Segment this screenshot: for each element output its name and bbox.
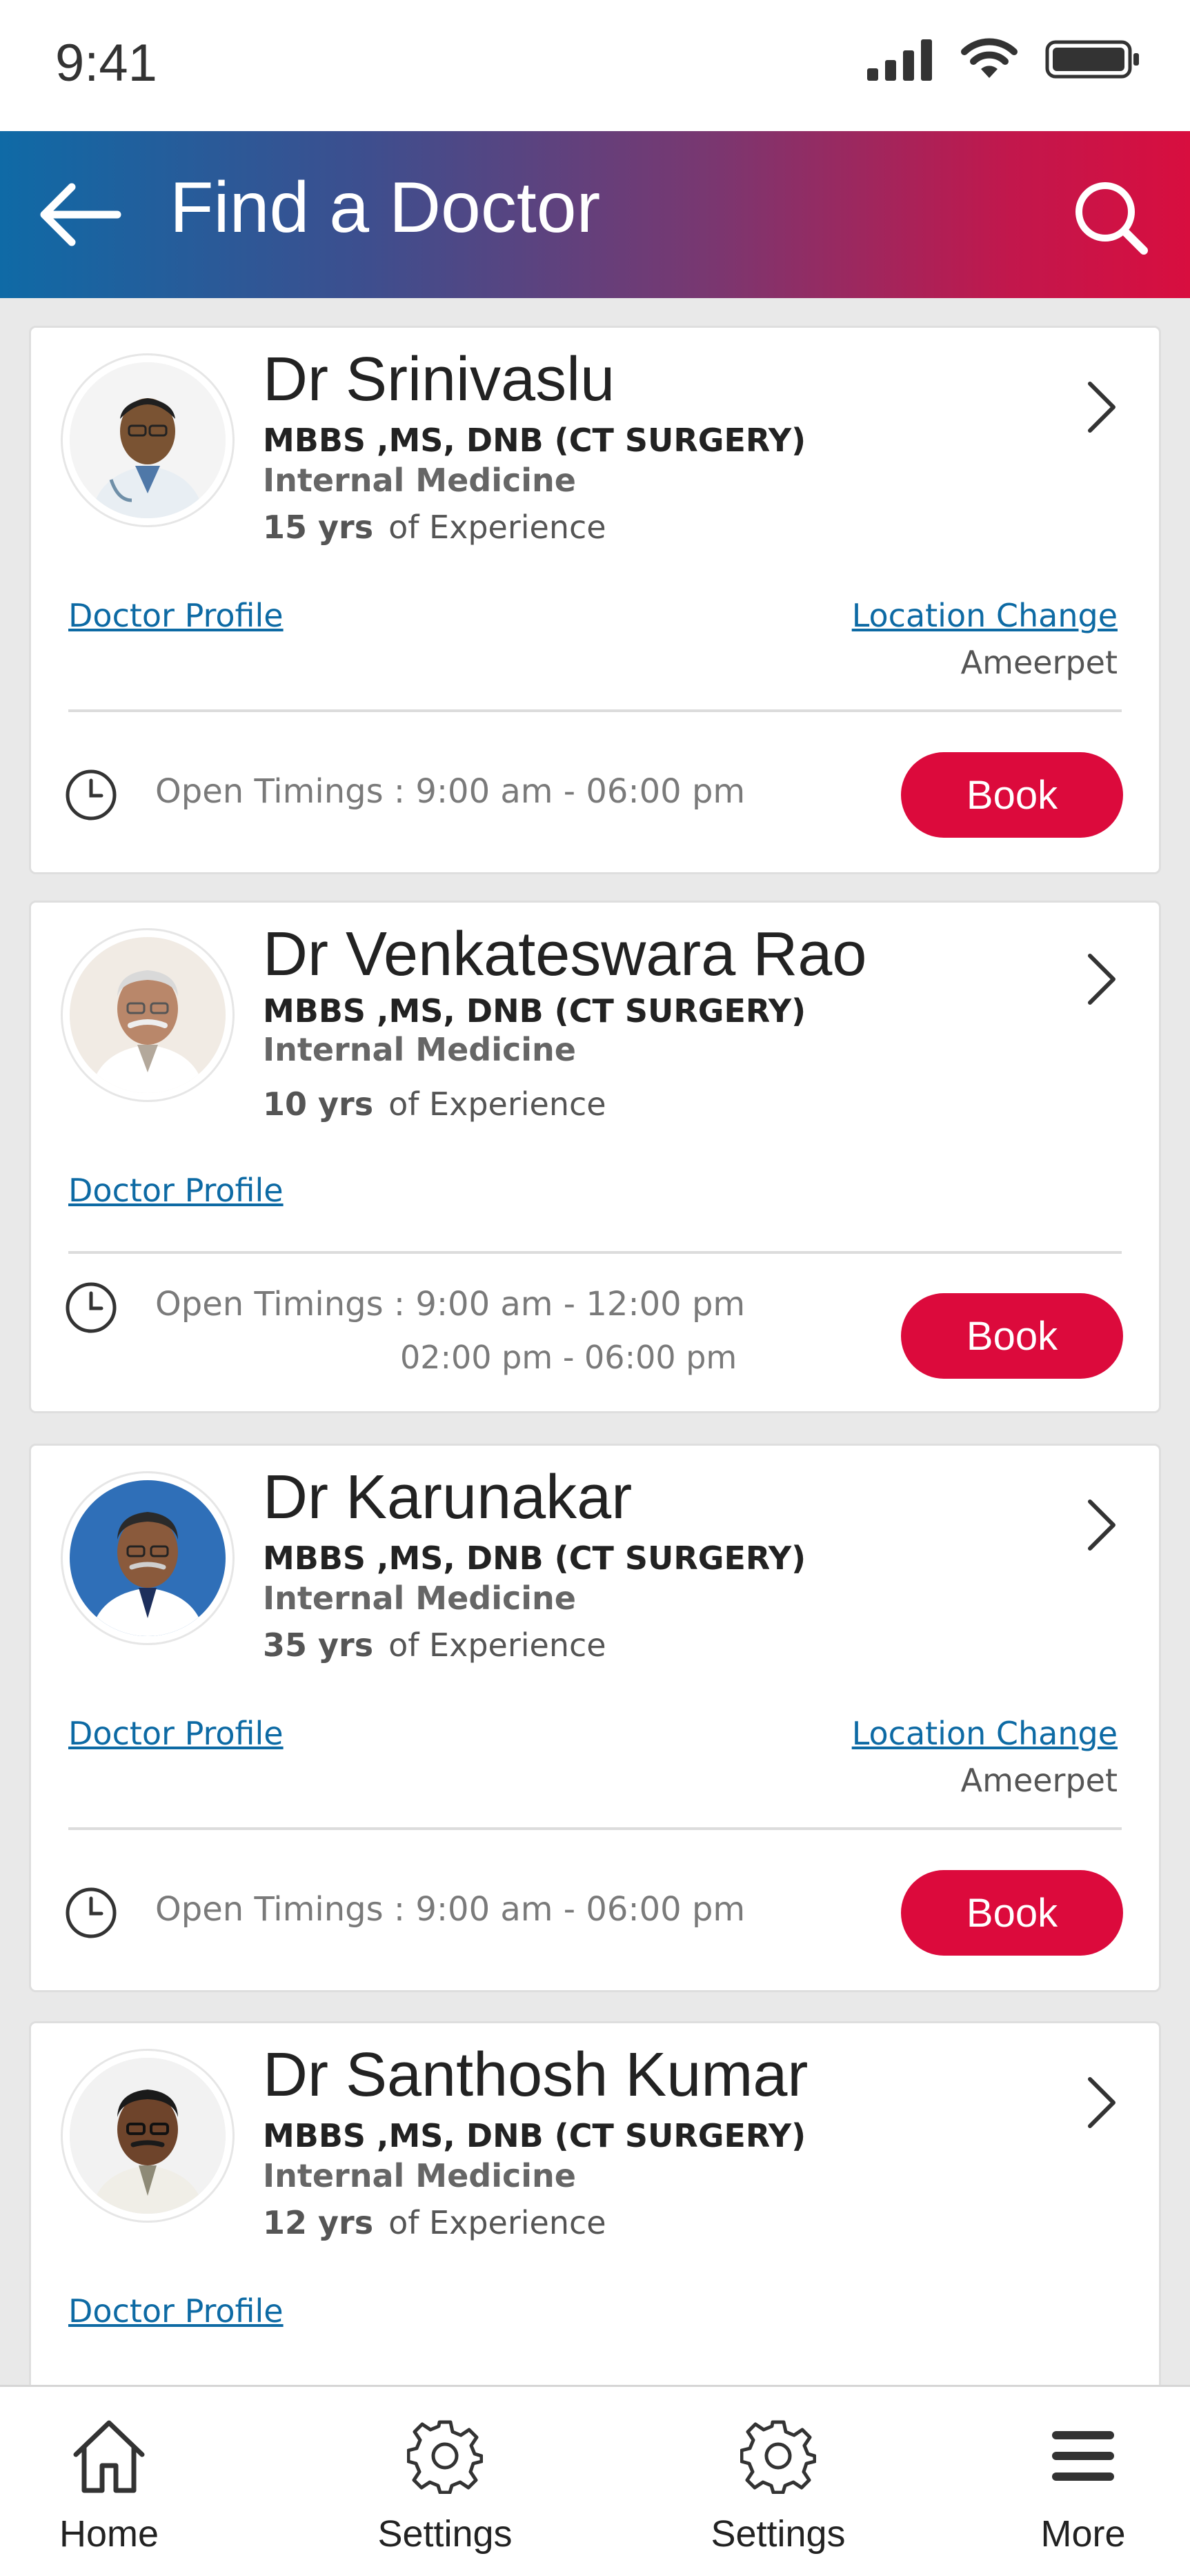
clock-icon [64, 1886, 118, 1940]
menu-icon [1042, 2415, 1124, 2497]
nav-more[interactable]: More [980, 2387, 1187, 2576]
doctor-name: Dr Venkateswara Rao [263, 920, 867, 989]
doctor-qualification: MBBS ,MS, DNB (CT SURGERY) [263, 2117, 806, 2154]
app-header: Find a Doctor [0, 131, 1190, 298]
location-change-link[interactable]: Location Change [852, 1715, 1118, 1752]
doctor-name: Dr Karunakar [263, 1463, 633, 1532]
cellular-signal-icon [867, 39, 932, 81]
doctor-card[interactable]: Dr Karunakar MBBS ,MS, DNB (CT SURGERY) … [29, 1444, 1161, 1992]
wifi-icon [961, 38, 1018, 78]
nav-settings[interactable]: Settings [341, 2387, 548, 2576]
search-button[interactable] [1066, 173, 1156, 262]
doctor-specialty: Internal Medicine [263, 2157, 576, 2194]
location-name: Ameerpet [960, 644, 1118, 681]
doctor-qualification: MBBS ,MS, DNB (CT SURGERY) [263, 1540, 806, 1577]
doctor-specialty: Internal Medicine [263, 1580, 576, 1617]
book-button[interactable]: Book [901, 752, 1123, 838]
doctor-avatar [63, 2051, 232, 2221]
book-button[interactable]: Book [901, 1870, 1123, 1956]
experience-suffix: of Experience [388, 1085, 606, 1123]
location-name: Ameerpet [960, 1762, 1118, 1799]
doctor-experience: 15 yrs of Experience [263, 509, 606, 546]
back-button[interactable] [34, 175, 124, 255]
chevron-right-icon[interactable] [1078, 1494, 1126, 1556]
experience-years: 15 yrs [263, 509, 374, 546]
chevron-right-icon[interactable] [1078, 376, 1126, 438]
open-timings: Open Timings : 9:00 am - 12:00 pm [155, 1285, 746, 1324]
doctor-qualification: MBBS ,MS, DNB (CT SURGERY) [263, 422, 806, 459]
doctor-card[interactable]: Dr Venkateswara Rao MBBS ,MS, DNB (CT SU… [29, 901, 1161, 1413]
divider [68, 1251, 1122, 1254]
nav-home[interactable]: Home [6, 2387, 212, 2576]
back-arrow-icon [40, 183, 121, 246]
doctor-card[interactable]: Dr Srinivaslu MBBS ,MS, DNB (CT SURGERY)… [29, 326, 1161, 874]
battery-icon [1045, 40, 1139, 79]
experience-suffix: of Experience [388, 2204, 606, 2241]
divider [68, 1827, 1122, 1830]
location-change-link[interactable]: Location Change [852, 597, 1118, 634]
chevron-right-icon[interactable] [1078, 948, 1126, 1010]
nav-settings[interactable]: Settings [675, 2387, 882, 2576]
experience-suffix: of Experience [388, 509, 606, 546]
nav-label: Settings [711, 2513, 846, 2555]
doctor-experience: 12 yrs of Experience [263, 2204, 606, 2241]
nav-label: Settings [377, 2513, 513, 2555]
gear-icon [404, 2415, 486, 2497]
experience-years: 12 yrs [263, 2204, 374, 2241]
divider [68, 709, 1122, 712]
nav-label: More [1040, 2513, 1126, 2555]
book-button[interactable]: Book [901, 1293, 1123, 1379]
doctor-experience: 35 yrs of Experience [263, 1626, 606, 1664]
open-timings: Open Timings : 9:00 am - 06:00 pm [155, 1890, 746, 1929]
chevron-right-icon[interactable] [1078, 2072, 1126, 2134]
nav-label: Home [59, 2513, 159, 2555]
doctor-avatar [63, 930, 232, 1100]
doctor-profile-link[interactable]: Doctor Profile [68, 1172, 284, 1209]
open-timings-second: 02:00 pm - 06:00 pm [400, 1339, 737, 1376]
doctor-specialty: Internal Medicine [263, 462, 576, 499]
status-bar: 9:41 [0, 0, 1190, 131]
clock-icon [64, 1281, 118, 1335]
doctor-name: Dr Srinivaslu [263, 345, 615, 414]
doctor-name: Dr Santhosh Kumar [263, 2041, 809, 2110]
doctor-profile-link[interactable]: Doctor Profile [68, 597, 284, 634]
status-time: 9:41 [55, 34, 157, 92]
experience-years: 35 yrs [263, 1626, 374, 1664]
doctor-qualification: MBBS ,MS, DNB (CT SURGERY) [263, 992, 806, 1030]
search-icon [1075, 182, 1148, 255]
page-title: Find a Doctor [170, 168, 601, 248]
doctor-avatar [63, 1473, 232, 1643]
gear-icon [737, 2415, 820, 2497]
experience-suffix: of Experience [388, 1626, 606, 1664]
doctor-specialty: Internal Medicine [263, 1031, 576, 1068]
experience-years: 10 yrs [263, 1085, 374, 1123]
doctor-experience: 10 yrs of Experience [263, 1085, 606, 1123]
open-timings: Open Timings : 9:00 am - 06:00 pm [155, 772, 746, 811]
status-icons [867, 38, 1142, 81]
clock-icon [64, 768, 118, 822]
home-icon [68, 2415, 150, 2497]
bottom-nav: Home Settings Settings More [0, 2385, 1190, 2576]
doctor-profile-link[interactable]: Doctor Profile [68, 1715, 284, 1752]
doctor-avatar [63, 355, 232, 525]
doctor-profile-link[interactable]: Doctor Profile [68, 2292, 284, 2330]
